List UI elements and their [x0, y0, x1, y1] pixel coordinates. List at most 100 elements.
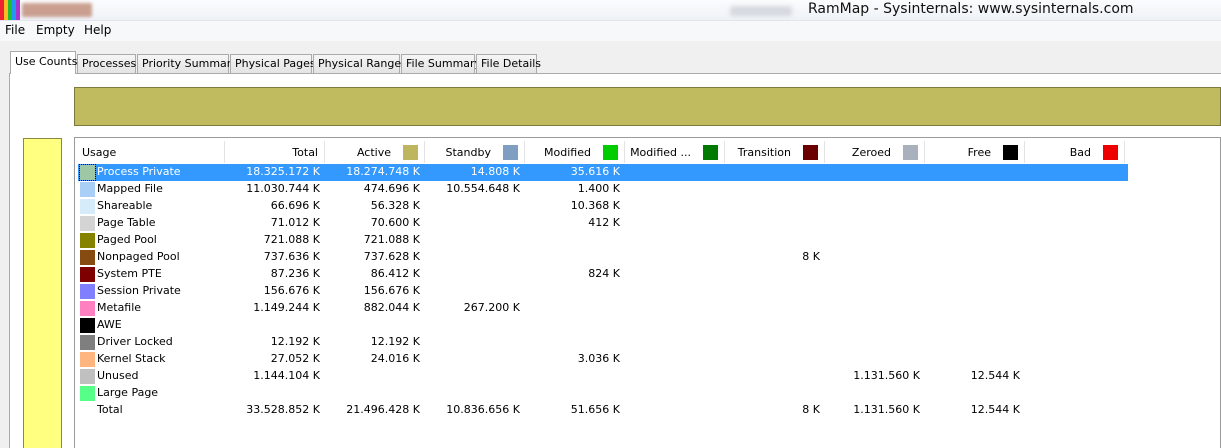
column-header-zeroed[interactable]: Zeroed — [825, 141, 925, 163]
cell-standby: 267.200 K — [463, 301, 520, 314]
usage-color-swatch — [80, 216, 95, 231]
usage-color-swatch — [80, 386, 95, 401]
column-header-total[interactable]: Total — [225, 141, 325, 163]
usage-vertical-bar — [23, 138, 62, 448]
active-color-swatch — [403, 144, 418, 160]
usage-color-swatch — [80, 301, 95, 316]
window-title: RamMap - Sysinternals: www.sysinternals.… — [808, 1, 1134, 17]
cell-modified: 10.368 K — [570, 199, 620, 212]
tab-physical-pages[interactable]: Physical Pages — [230, 54, 316, 73]
menu-empty[interactable]: Empty — [36, 23, 75, 37]
blurred-title-fragment — [22, 3, 92, 17]
cell-standby: 14.808 K — [470, 165, 520, 178]
rammap-app-icon[interactable] — [0, 0, 20, 20]
cell-total: 737.636 K — [263, 250, 320, 263]
table-row[interactable]: Unused 1.144.104 K 1.131.560 K 12.544 K — [78, 368, 1128, 385]
table-row[interactable]: Shareable 66.696 K 56.328 K 10.368 K — [78, 198, 1128, 215]
free-color-swatch — [1003, 144, 1018, 160]
usage-name: System PTE — [97, 267, 162, 280]
cell-active: 21.496.428 K — [346, 403, 420, 416]
column-label: Active — [356, 145, 391, 159]
column-header-bad[interactable]: Bad — [1025, 141, 1125, 163]
zeroed-color-swatch — [903, 144, 918, 160]
table-row[interactable]: Nonpaged Pool 737.636 K 737.628 K 8 K — [78, 249, 1128, 266]
cell-active: 56.328 K — [370, 199, 420, 212]
usage-name: Mapped File — [97, 182, 163, 195]
usage-name: Paged Pool — [97, 233, 157, 246]
table-row[interactable]: Process Private 18.325.172 K 18.274.748 K 1… — [78, 164, 1128, 181]
usage-color-swatch — [80, 352, 95, 367]
column-header-modified-no-write[interactable]: Modified ... — [625, 141, 725, 163]
table-row[interactable]: Paged Pool 721.088 K 721.088 K — [78, 232, 1128, 249]
cell-total: 18.325.172 K — [246, 165, 320, 178]
usage-name: AWE — [97, 318, 122, 331]
cell-active: 86.412 K — [370, 267, 420, 280]
table-row[interactable]: Page Table 71.012 K 70.600 K 412 K — [78, 215, 1128, 232]
cell-total: 156.676 K — [263, 284, 320, 297]
table-row[interactable]: Large Page — [78, 385, 1128, 402]
table-row[interactable]: Mapped File 11.030.744 K 474.696 K 10.554.6… — [78, 181, 1128, 198]
usage-name: Large Page — [97, 386, 159, 399]
column-header-transition[interactable]: Transition — [725, 141, 825, 163]
cell-total: 27.052 K — [270, 352, 320, 365]
title-bar: RamMap - Sysinternals: www.sysinternals.… — [0, 0, 1221, 21]
usage-name: Process Private — [97, 165, 181, 178]
table-row[interactable]: Session Private 156.676 K 156.676 K — [78, 283, 1128, 300]
table-row[interactable]: Total 33.528.852 K 21.496.428 K 10.836.656 … — [78, 402, 1128, 419]
usage-name: Session Private — [97, 284, 181, 297]
table-row[interactable]: Driver Locked 12.192 K 12.192 K — [78, 334, 1128, 351]
cell-modified: 824 K — [588, 267, 620, 280]
modified-no-write-color-swatch — [703, 144, 718, 160]
column-label: Modified — [544, 145, 591, 159]
column-header-modified[interactable]: Modified — [525, 141, 625, 163]
tab-file-details[interactable]: File Details — [476, 54, 541, 73]
usage-name: Unused — [97, 369, 139, 382]
cell-total: 12.192 K — [270, 335, 320, 348]
cell-modified: 51.656 K — [570, 403, 620, 416]
cell-standby: 10.554.648 K — [446, 182, 520, 195]
column-label: Usage — [82, 145, 117, 159]
usage-name: Nonpaged Pool — [97, 250, 180, 263]
tab-priority-summary[interactable]: Priority Summary — [137, 54, 238, 73]
modified-color-swatch — [603, 144, 618, 160]
cell-active: 721.088 K — [363, 233, 420, 246]
cell-total: 721.088 K — [263, 233, 320, 246]
usage-name: Shareable — [97, 199, 153, 212]
usage-color-swatch — [79, 164, 96, 181]
tab-physical-ranges[interactable]: Physical Ranges — [313, 54, 407, 73]
table-row[interactable]: System PTE 87.236 K 86.412 K 824 K — [78, 266, 1128, 283]
column-header-usage[interactable]: Usage — [79, 141, 225, 163]
table-row[interactable]: Metafile 1.149.244 K 882.044 K 267.200 K — [78, 300, 1128, 317]
usage-color-swatch — [80, 233, 95, 248]
cell-active: 24.016 K — [370, 352, 420, 365]
usage-name: Driver Locked — [97, 335, 173, 348]
tab-processes[interactable]: Processes — [77, 54, 136, 73]
cell-total: 33.528.852 K — [246, 403, 320, 416]
table-row[interactable]: AWE — [78, 317, 1128, 334]
usage-color-swatch — [80, 318, 95, 333]
list-rows: Process Private 18.325.172 K 18.274.748 K 1… — [78, 164, 1128, 419]
tab-strip: Use Counts Processes Priority Summary Ph… — [0, 44, 1221, 74]
tab-use-counts[interactable]: Use Counts — [10, 51, 77, 74]
usage-color-swatch — [80, 250, 95, 265]
table-row[interactable]: Kernel Stack 27.052 K 24.016 K 3.036 K — [78, 351, 1128, 368]
usage-color-swatch — [80, 284, 95, 299]
blurred-title-fragment — [730, 6, 792, 16]
cell-transition: 8 K — [802, 250, 820, 263]
cell-total: 66.696 K — [270, 199, 320, 212]
column-header-free[interactable]: Free — [925, 141, 1025, 163]
cell-zeroed: 1.131.560 K — [853, 403, 920, 416]
menu-file[interactable]: File — [5, 23, 25, 37]
cell-transition: 8 K — [802, 403, 820, 416]
list-header: Usage Total Active Standby Modified Modi… — [79, 141, 1221, 163]
menu-help[interactable]: Help — [84, 23, 111, 37]
cell-standby: 10.836.656 K — [446, 403, 520, 416]
cell-active: 474.696 K — [363, 182, 420, 195]
column-label: Transition — [737, 145, 791, 159]
column-header-active[interactable]: Active — [325, 141, 425, 163]
column-label: Total — [292, 145, 318, 159]
column-header-standby[interactable]: Standby — [425, 141, 525, 163]
cell-zeroed: 1.131.560 K — [853, 369, 920, 382]
usage-name: Metafile — [97, 301, 142, 314]
tab-file-summary[interactable]: File Summary — [401, 54, 481, 73]
